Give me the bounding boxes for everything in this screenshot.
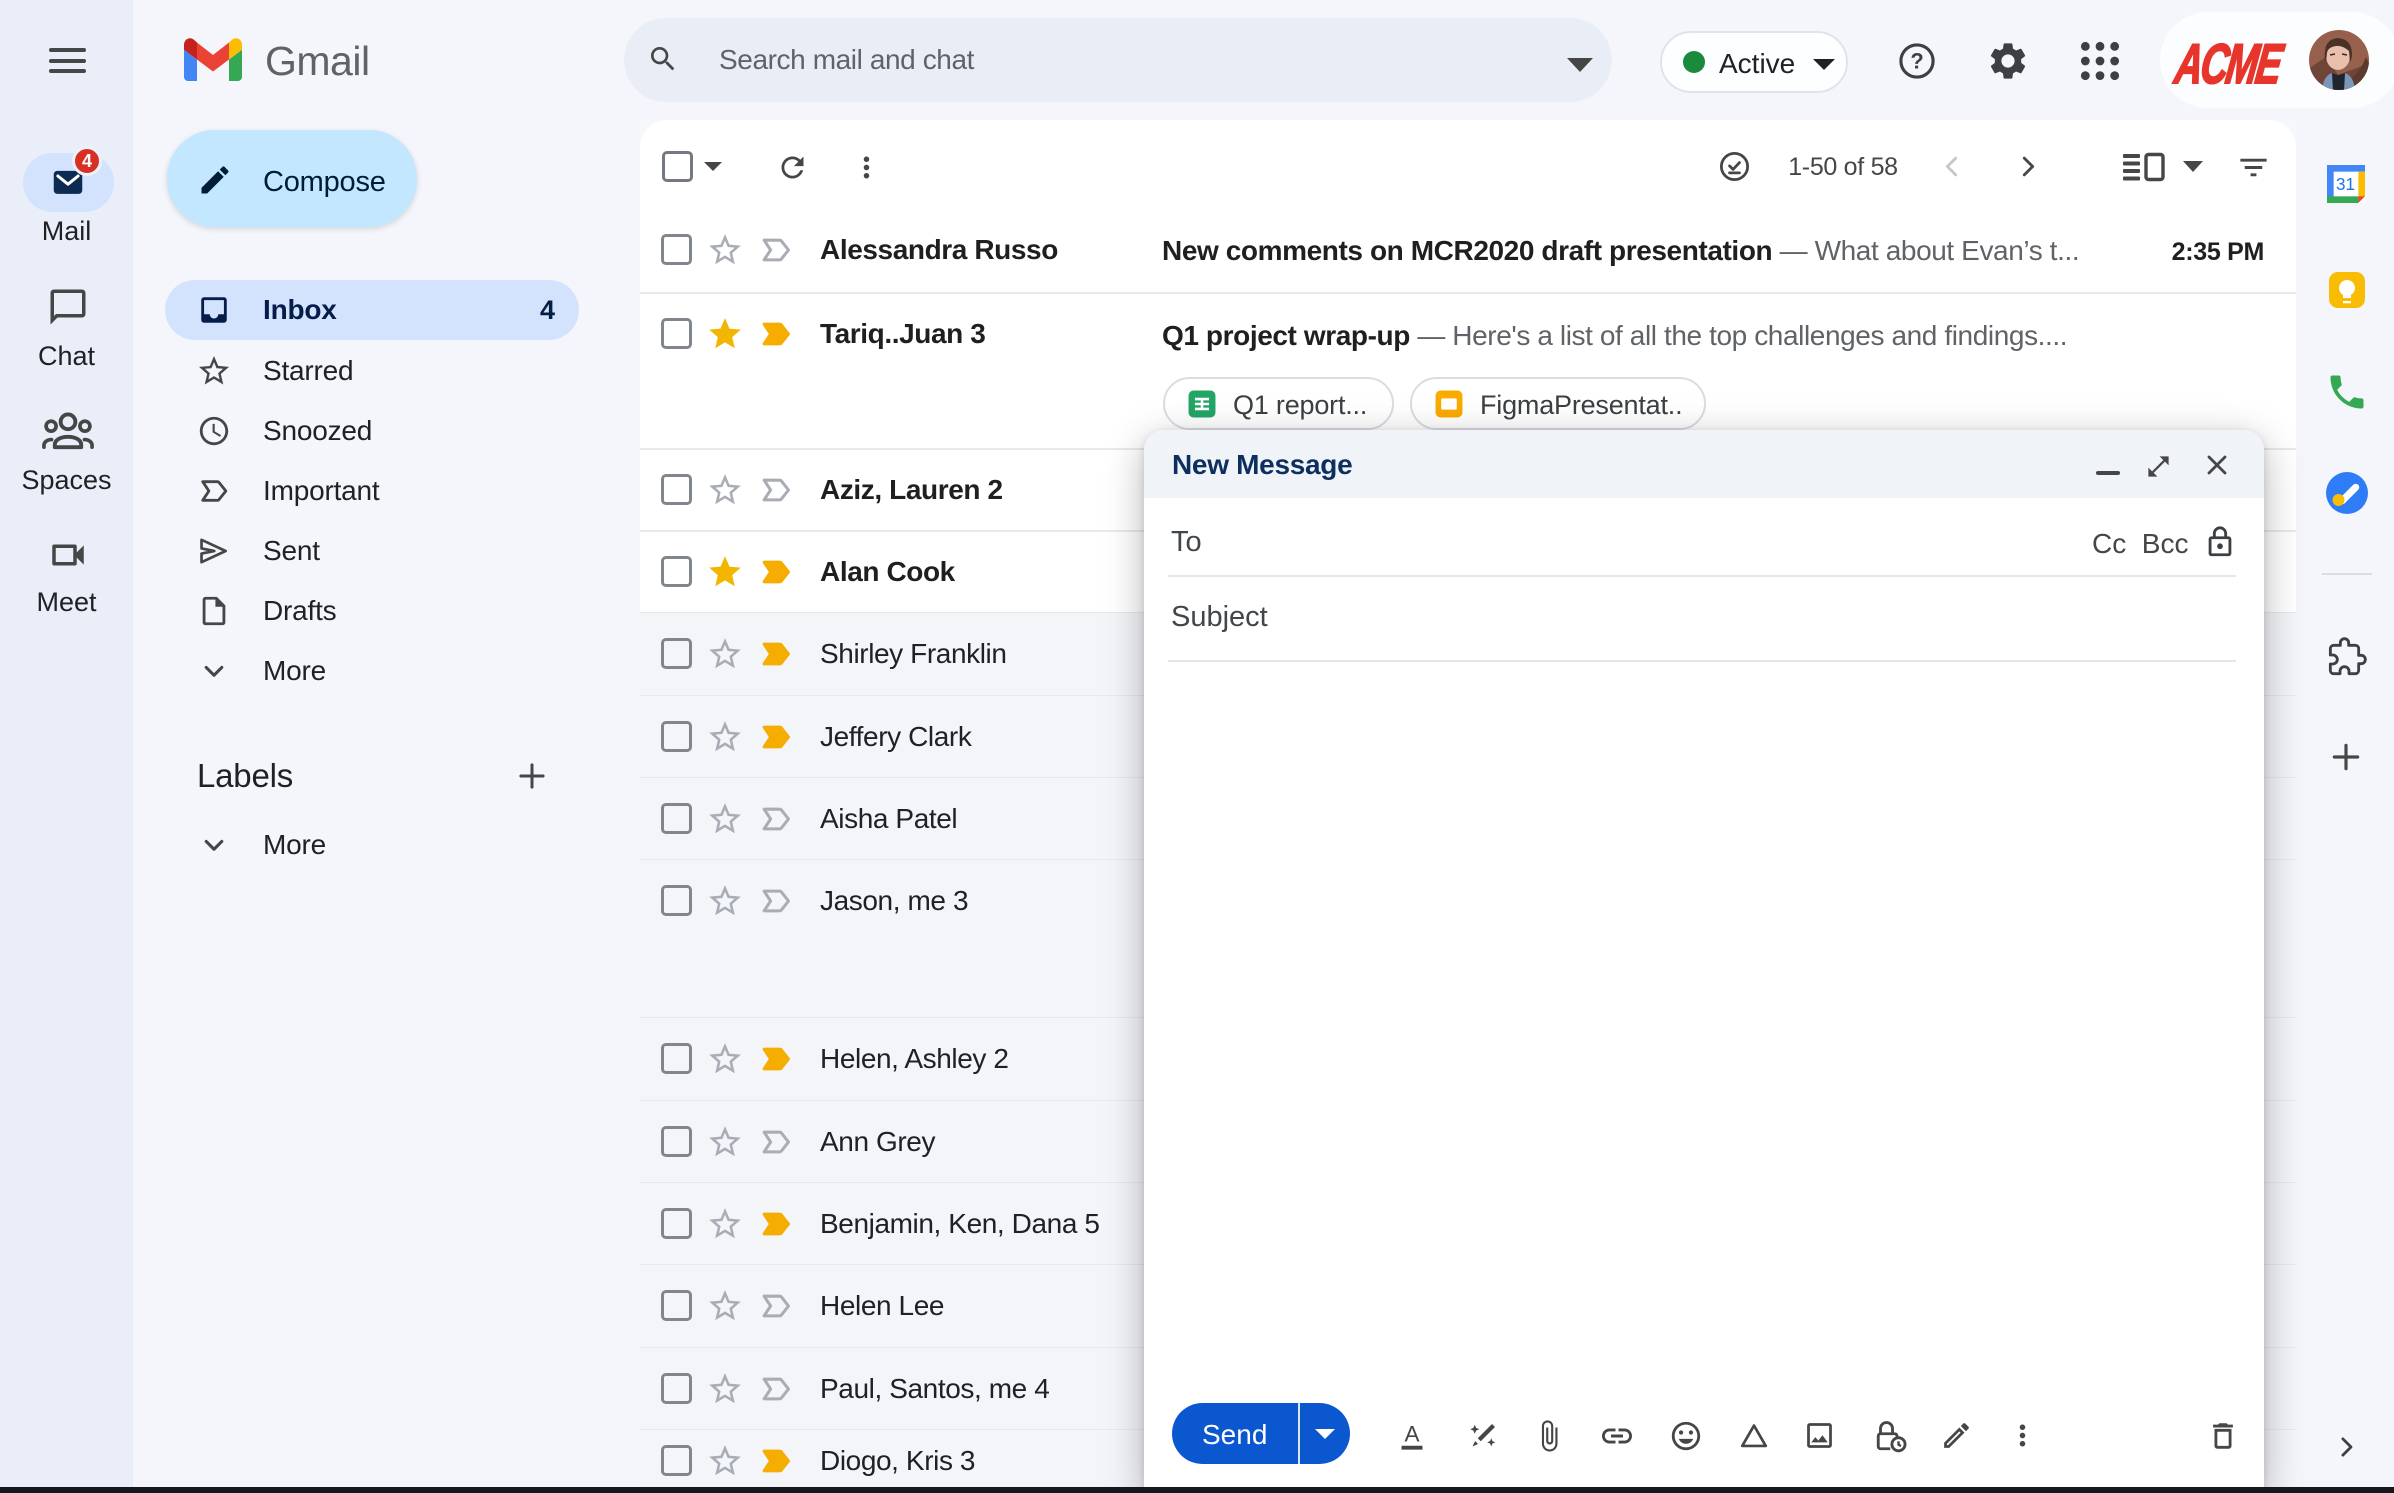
svg-text:31: 31 xyxy=(2336,175,2355,194)
svg-text:A: A xyxy=(1404,1421,1419,1446)
svg-text:?: ? xyxy=(1910,49,1923,74)
